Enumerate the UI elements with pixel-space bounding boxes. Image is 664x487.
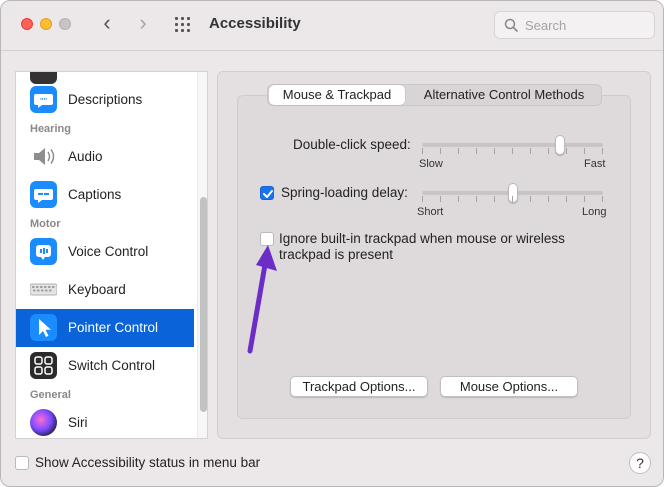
slider-tick [602, 148, 603, 154]
sidebar-item-label: Siri [68, 415, 88, 430]
sidebar: "" Descriptions Hearing Audio Captions M… [15, 71, 208, 439]
slider-tick [422, 148, 423, 154]
sidebar-item-siri[interactable]: Siri [16, 404, 194, 438]
window-title: Accessibility [209, 15, 301, 32]
slider-track[interactable] [422, 143, 603, 147]
sidebar-item-descriptions[interactable]: "" Descriptions [16, 81, 194, 119]
sidebar-item-label: Descriptions [68, 92, 143, 107]
sidebar-item-pointer-control[interactable]: Pointer Control [16, 309, 194, 347]
slider-tick [458, 196, 459, 202]
zoom-window-button[interactable] [59, 18, 71, 30]
slider-tick [548, 148, 549, 154]
slider-tick [548, 196, 549, 202]
sidebar-item-label: Pointer Control [68, 320, 159, 335]
spring-loading-label: Spring-loading delay: [281, 185, 408, 200]
fast-label: Fast [584, 158, 606, 170]
search-field[interactable]: Search [494, 11, 655, 39]
sidebar-item-switch-control[interactable]: Switch Control [16, 347, 194, 385]
annotation-arrow [247, 245, 277, 354]
show-status-label: Show Accessibility status in menu bar [35, 455, 261, 470]
slider-tick [422, 196, 423, 202]
sidebar-item-keyboard[interactable]: Keyboard [16, 271, 194, 309]
sidebar-item-label: Captions [68, 187, 122, 202]
slider-tick [458, 148, 459, 154]
forward-button[interactable]: › [132, 12, 154, 35]
slider-tick [494, 196, 495, 202]
help-button[interactable]: ? [629, 452, 651, 474]
keyboard-icon [29, 276, 58, 303]
slider-tick [530, 196, 531, 202]
slider-knob[interactable] [508, 183, 518, 203]
slider-tick [440, 196, 441, 202]
search-placeholder: Search [525, 18, 567, 33]
speaker-icon [30, 143, 57, 170]
close-window-button[interactable] [21, 18, 33, 30]
sidebar-header-motor: Motor [30, 218, 61, 230]
minimize-window-button[interactable] [40, 18, 52, 30]
ignore-trackpad-label-line2: trackpad is present [279, 247, 394, 262]
slider-tick [584, 148, 585, 154]
slider-tick [440, 148, 441, 154]
mouse-options-button[interactable]: Mouse Options... [440, 376, 578, 397]
show-all-grid-icon[interactable] [175, 17, 193, 33]
toolbar: ‹ › Accessibility Search [1, 1, 663, 51]
siri-icon [30, 409, 57, 436]
slider-tick [566, 196, 567, 202]
ignore-trackpad-label-line1: Ignore built-in trackpad when mouse or w… [279, 231, 565, 246]
sidebar-scrollbar-thumb[interactable] [200, 197, 207, 412]
sidebar-item-label: Voice Control [68, 244, 149, 259]
sidebar-item-voice-control[interactable]: Voice Control [16, 233, 194, 271]
spring-loading-checkbox[interactable] [260, 186, 274, 200]
tab-mouse-trackpad[interactable]: Mouse & Trackpad [269, 85, 405, 105]
captions-icon [30, 181, 57, 208]
checkmark-icon [263, 190, 273, 198]
slider-tick [476, 196, 477, 202]
preferences-window: ‹ › Accessibility Search "" Descriptions… [0, 0, 664, 487]
slider-tick [584, 196, 585, 202]
pointer-icon [30, 314, 57, 341]
long-label: Long [582, 206, 607, 218]
slider-tick [476, 148, 477, 154]
slider-tick [602, 196, 603, 202]
double-click-speed-label: Double-click speed: [293, 137, 411, 152]
sidebar-item-label: Audio [68, 149, 103, 164]
tab-segmented-control: Mouse & Trackpad Alternative Control Met… [267, 84, 602, 106]
show-status-checkbox[interactable] [15, 456, 29, 470]
sidebar-item-captions[interactable]: Captions [16, 176, 194, 214]
voice-control-icon [30, 238, 57, 265]
sidebar-header-hearing: Hearing [30, 123, 71, 135]
slow-label: Slow [419, 158, 443, 170]
sidebar-item-label: Switch Control [68, 358, 156, 373]
tab-alternative-control-methods[interactable]: Alternative Control Methods [407, 85, 601, 105]
trackpad-options-button[interactable]: Trackpad Options... [290, 376, 428, 397]
sidebar-item-audio[interactable]: Audio [16, 138, 194, 176]
back-button[interactable]: ‹ [96, 12, 118, 35]
descriptions-icon: "" [30, 86, 57, 113]
switch-control-icon [30, 352, 57, 379]
slider-knob[interactable] [555, 135, 565, 155]
sidebar-item-label: Keyboard [68, 282, 126, 297]
slider-tick [530, 148, 531, 154]
slider-tick [494, 148, 495, 154]
slider-tick [566, 148, 567, 154]
slider-tick [512, 148, 513, 154]
short-label: Short [417, 206, 444, 218]
svg-text:"": "" [40, 97, 47, 105]
search-icon [504, 18, 518, 32]
slider-tick [512, 196, 513, 202]
sidebar-header-general: General [30, 389, 71, 401]
